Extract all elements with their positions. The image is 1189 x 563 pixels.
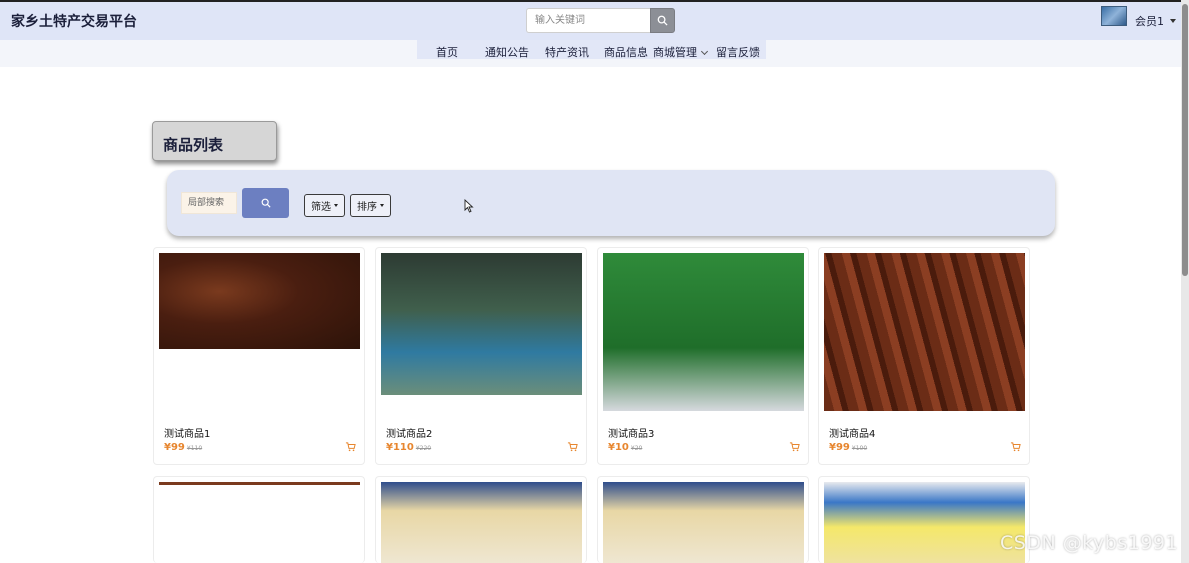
- product-image[interactable]: [381, 482, 582, 563]
- product-card[interactable]: 测试商品3 ¥10 ¥20: [597, 247, 809, 465]
- avatar[interactable]: [1101, 6, 1127, 26]
- cart-icon[interactable]: [1010, 441, 1021, 452]
- nav-item-notices[interactable]: 通知公告: [485, 44, 529, 60]
- chevron-down-icon: [700, 47, 709, 56]
- price-current: ¥110: [386, 442, 414, 453]
- product-name: 测试商品2: [386, 429, 433, 440]
- cart-icon[interactable]: [789, 441, 800, 452]
- product-card[interactable]: [375, 476, 587, 563]
- product-card[interactable]: 测试商品1 ¥99 ¥110: [153, 247, 365, 465]
- product-image[interactable]: [159, 482, 360, 485]
- product-price: ¥10 ¥20: [608, 442, 642, 453]
- product-price: ¥110 ¥220: [386, 442, 431, 453]
- site-title: 家乡土特产交易平台: [11, 14, 137, 30]
- price-current: ¥99: [164, 442, 185, 453]
- product-image[interactable]: [824, 253, 1025, 411]
- product-image[interactable]: [603, 253, 804, 411]
- user-label: 会员1: [1135, 15, 1164, 28]
- chevron-down-icon: [334, 204, 338, 207]
- product-card[interactable]: 测试商品2 ¥110 ¥220: [375, 247, 587, 465]
- nav-item-products[interactable]: 商品信息: [604, 44, 648, 60]
- sort-label: 排序: [357, 202, 377, 213]
- product-card[interactable]: [153, 476, 365, 563]
- search-icon: [261, 198, 271, 208]
- product-image[interactable]: [381, 253, 582, 395]
- chevron-down-icon: [380, 204, 384, 207]
- nav-item-news[interactable]: 特产资讯: [545, 44, 589, 60]
- product-image[interactable]: [824, 482, 1025, 563]
- mouse-cursor-icon: [464, 199, 474, 213]
- filter-dropdown[interactable]: 筛选: [304, 194, 345, 217]
- price-original: ¥220: [415, 445, 432, 452]
- scrollbar-thumb[interactable]: [1182, 4, 1188, 276]
- product-card[interactable]: 测试商品4 ¥99 ¥100: [818, 247, 1030, 465]
- price-current: ¥10: [608, 442, 629, 453]
- cart-icon[interactable]: [567, 441, 578, 452]
- cart-icon[interactable]: [345, 441, 356, 452]
- local-search-input[interactable]: [181, 192, 237, 214]
- product-price: ¥99 ¥100: [829, 442, 867, 453]
- nav-item-shop-manage[interactable]: 商城管理: [653, 44, 709, 60]
- user-menu[interactable]: 会员1: [1135, 13, 1176, 29]
- product-card[interactable]: [818, 476, 1030, 563]
- global-search: [526, 8, 675, 33]
- main-nav: 首页 通知公告 特产资讯 商品信息 商城管理 留言反馈: [417, 40, 766, 59]
- product-price: ¥99 ¥110: [164, 442, 202, 453]
- global-search-button[interactable]: [650, 8, 675, 33]
- product-name: 测试商品1: [164, 429, 211, 440]
- product-name: 测试商品4: [829, 429, 876, 440]
- page-title: 商品列表: [152, 121, 277, 161]
- chevron-down-icon: [1170, 19, 1176, 23]
- product-card[interactable]: [597, 476, 809, 563]
- filter-label: 筛选: [311, 202, 331, 213]
- nav-item-shop-manage-label: 商城管理: [653, 46, 697, 59]
- filter-panel: [167, 170, 1055, 236]
- product-image[interactable]: [159, 253, 360, 349]
- top-header: 家乡土特产交易平台 会员1: [0, 0, 1189, 40]
- sort-dropdown[interactable]: 排序: [350, 194, 391, 217]
- nav-item-feedback[interactable]: 留言反馈: [716, 44, 760, 60]
- product-name: 测试商品3: [608, 429, 655, 440]
- local-search-button[interactable]: [242, 188, 289, 218]
- search-icon: [657, 15, 668, 26]
- product-image[interactable]: [603, 482, 804, 563]
- price-original: ¥110: [186, 445, 203, 452]
- price-current: ¥99: [829, 442, 850, 453]
- watermark: CSDN @kybs1991: [1000, 532, 1179, 554]
- price-original: ¥20: [630, 445, 643, 452]
- nav-item-home[interactable]: 首页: [436, 44, 458, 60]
- global-search-input[interactable]: [526, 8, 650, 33]
- price-original: ¥100: [851, 445, 868, 452]
